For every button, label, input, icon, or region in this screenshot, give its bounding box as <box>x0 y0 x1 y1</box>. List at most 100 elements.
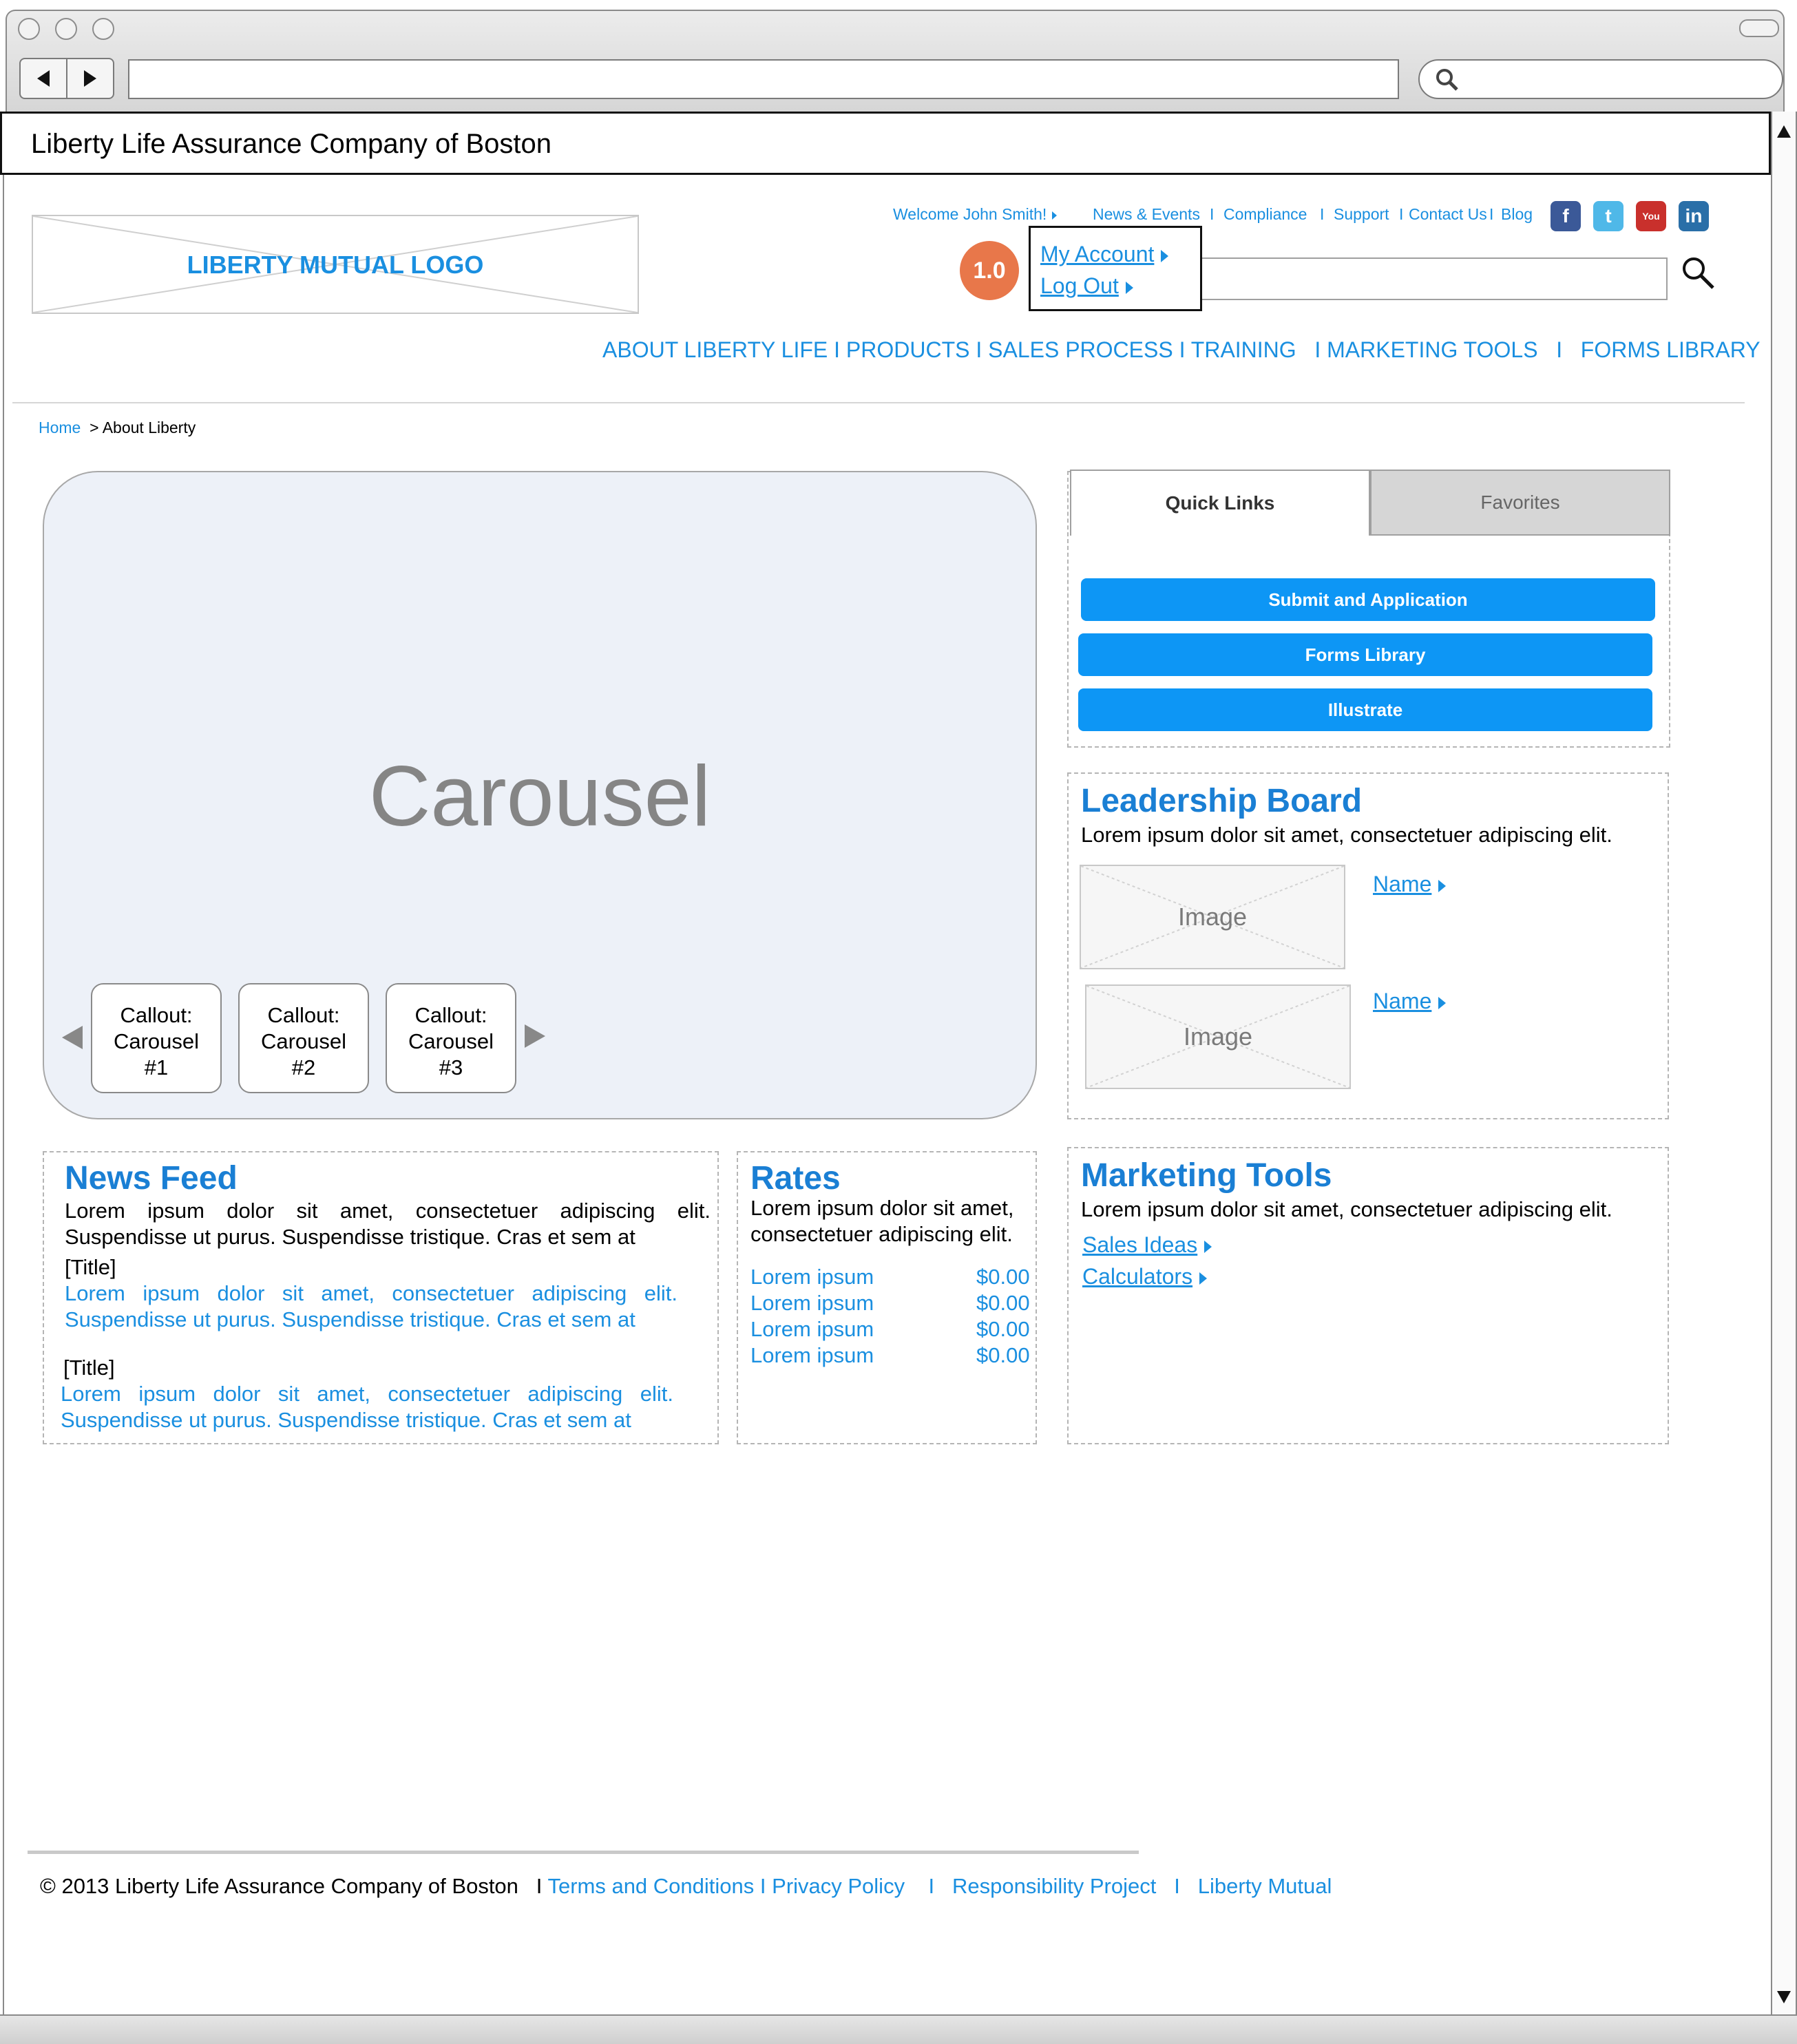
logo-placeholder[interactable]: LIBERTY MUTUAL LOGO <box>32 215 639 314</box>
top-link-separator: I <box>1210 205 1215 223</box>
forms-library-button[interactable]: Forms Library <box>1078 633 1652 676</box>
leader-name-1: Name <box>1373 872 1432 896</box>
leader-name-link-2[interactable]: Name <box>1373 989 1447 1014</box>
calculators-link[interactable]: Calculators <box>1082 1264 1208 1289</box>
nav-marketing-tools[interactable]: MARKETING TOOLS <box>1327 337 1537 362</box>
tab-quick-links[interactable]: Quick Links <box>1070 470 1370 536</box>
rate-label-1[interactable]: Lorem ipsum <box>750 1264 874 1290</box>
rates-title: Rates <box>750 1160 841 1197</box>
nav-training[interactable]: TRAINING <box>1191 337 1296 362</box>
top-link-separator: I <box>1489 205 1494 223</box>
nav-forms-library[interactable]: FORMS LIBRARY <box>1581 337 1761 362</box>
facebook-icon[interactable]: f <box>1551 201 1581 231</box>
footer-responsibility-link[interactable]: Responsibility Project <box>952 1874 1156 1898</box>
leader-image-2-label: Image <box>1183 1022 1253 1051</box>
carousel-prev-icon[interactable] <box>62 1026 83 1049</box>
nav-products[interactable]: PRODUCTS <box>846 337 970 362</box>
news-item-text-1a[interactable]: Lorem ipsum dolor sit amet, consectetuer… <box>65 1281 677 1307</box>
submit-application-label: Submit and Application <box>1268 589 1468 610</box>
top-link-contact-us[interactable]: Contact Us <box>1409 205 1487 224</box>
site-search-input[interactable] <box>1198 257 1668 300</box>
my-account-arrow-icon <box>1161 249 1169 262</box>
rate-label-3[interactable]: Lorem ipsum <box>750 1316 874 1342</box>
welcome-link[interactable]: Welcome John Smith! <box>893 205 1058 224</box>
address-bar[interactable] <box>128 59 1399 99</box>
browser-search-input[interactable] <box>1418 59 1783 99</box>
rates-description-line2: consectetuer adipiscing elit. <box>750 1222 1013 1246</box>
nav-separator: I <box>1302 337 1327 362</box>
nav-about-liberty-life[interactable]: ABOUT LIBERTY LIFE <box>602 337 828 362</box>
carousel-callout-2[interactable]: Callout: Carousel #2 <box>238 983 369 1093</box>
news-item-text-1b[interactable]: Suspendisse ut purus. Suspendisse tristi… <box>65 1307 635 1333</box>
top-link-compliance[interactable]: Compliance <box>1223 205 1307 224</box>
scroll-up-icon[interactable] <box>1777 125 1791 138</box>
back-arrow-icon <box>37 70 50 87</box>
breadcrumb-home[interactable]: Home <box>39 419 81 436</box>
tab-favorites-label: Favorites <box>1480 492 1560 513</box>
leadership-description: Lorem ipsum dolor sit amet, consectetuer… <box>1081 823 1612 847</box>
news-intro-line1: Lorem ipsum dolor sit amet, consectetuer… <box>65 1199 711 1223</box>
carousel-next-icon[interactable] <box>525 1024 545 1048</box>
sales-ideas-link[interactable]: Sales Ideas <box>1082 1232 1212 1258</box>
window-title: Liberty Life Assurance Company of Boston <box>31 129 551 159</box>
rate-label-2[interactable]: Lorem ipsum <box>750 1290 874 1316</box>
forward-button[interactable] <box>66 58 114 99</box>
youtube-icon[interactable]: You <box>1636 201 1666 231</box>
carousel-label: Carousel <box>368 749 711 844</box>
toolbar-toggle-icon[interactable] <box>1739 19 1779 37</box>
account-menu: My Account Log Out <box>1029 226 1202 311</box>
forms-library-label: Forms Library <box>1305 644 1426 665</box>
log-out-label: Log Out <box>1040 273 1119 298</box>
callout-line: #1 <box>144 1055 169 1079</box>
facebook-glyph: f <box>1562 205 1569 226</box>
illustrate-button[interactable]: Illustrate <box>1078 688 1652 731</box>
top-link-blog[interactable]: Blog <box>1501 205 1533 224</box>
nav-sales-process[interactable]: SALES PROCESS <box>988 337 1173 362</box>
forward-arrow-icon <box>84 70 96 87</box>
annotation-badge: 1.0 <box>960 241 1019 300</box>
leader-image-2: Image <box>1085 984 1351 1089</box>
submit-application-button[interactable]: Submit and Application <box>1081 578 1655 621</box>
footer-separator: I <box>759 1874 773 1898</box>
my-account-link[interactable]: My Account <box>1040 242 1169 267</box>
scroll-down-icon[interactable] <box>1777 1991 1791 2003</box>
rate-label-4[interactable]: Lorem ipsum <box>750 1342 874 1369</box>
footer-privacy-link[interactable]: Privacy Policy <box>772 1874 905 1898</box>
news-item-title-1: [Title] <box>65 1255 116 1279</box>
calculators-arrow-icon <box>1199 1272 1208 1285</box>
footer-terms-link[interactable]: Terms and Conditions <box>547 1874 754 1898</box>
leader-name-1-arrow-icon <box>1438 879 1447 892</box>
back-button[interactable] <box>19 58 67 99</box>
nav-separator: I <box>976 337 989 362</box>
news-item-text-2b[interactable]: Suspendisse ut purus. Suspendisse tristi… <box>61 1407 631 1433</box>
footer-liberty-mutual-link[interactable]: Liberty Mutual <box>1198 1874 1332 1898</box>
twitter-icon[interactable]: t <box>1593 201 1623 231</box>
news-item-text-2a[interactable]: Lorem ipsum dolor sit amet, consectetuer… <box>61 1381 673 1407</box>
log-out-link[interactable]: Log Out <box>1040 273 1133 299</box>
leader-name-link-1[interactable]: Name <box>1373 872 1447 897</box>
tab-favorites[interactable]: Favorites <box>1370 470 1670 536</box>
linkedin-icon[interactable]: in <box>1679 201 1709 231</box>
callout-line: Callout: <box>267 1003 340 1027</box>
window-minimize-icon[interactable] <box>55 18 77 40</box>
top-link-news-events[interactable]: News & Events <box>1093 205 1200 224</box>
caret-icon <box>1052 211 1058 220</box>
carousel-callout-1[interactable]: Callout: Carousel #1 <box>91 983 222 1093</box>
leadership-title: Leadership Board <box>1081 783 1363 819</box>
top-link-separator: I <box>1320 205 1325 223</box>
window-close-icon[interactable] <box>18 18 40 40</box>
carousel-callout-3[interactable]: Callout: Carousel #3 <box>386 983 516 1093</box>
footer-separator: I <box>910 1874 947 1898</box>
window-zoom-icon[interactable] <box>92 18 114 40</box>
my-account-label: My Account <box>1040 242 1155 266</box>
top-link-support[interactable]: Support <box>1334 205 1389 224</box>
marketing-tools-title: Marketing Tools <box>1081 1157 1332 1194</box>
marketing-tools-description: Lorem ipsum dolor sit amet, consectetuer… <box>1081 1197 1612 1221</box>
site-search-icon[interactable] <box>1680 255 1716 291</box>
nav-separator: I <box>1179 337 1191 362</box>
news-feed-title: News Feed <box>65 1160 238 1197</box>
vertical-scrollbar[interactable] <box>1771 112 1797 2014</box>
log-out-arrow-icon <box>1125 281 1133 294</box>
sales-ideas-label: Sales Ideas <box>1082 1232 1198 1257</box>
callout-line: Callout: <box>414 1003 487 1027</box>
